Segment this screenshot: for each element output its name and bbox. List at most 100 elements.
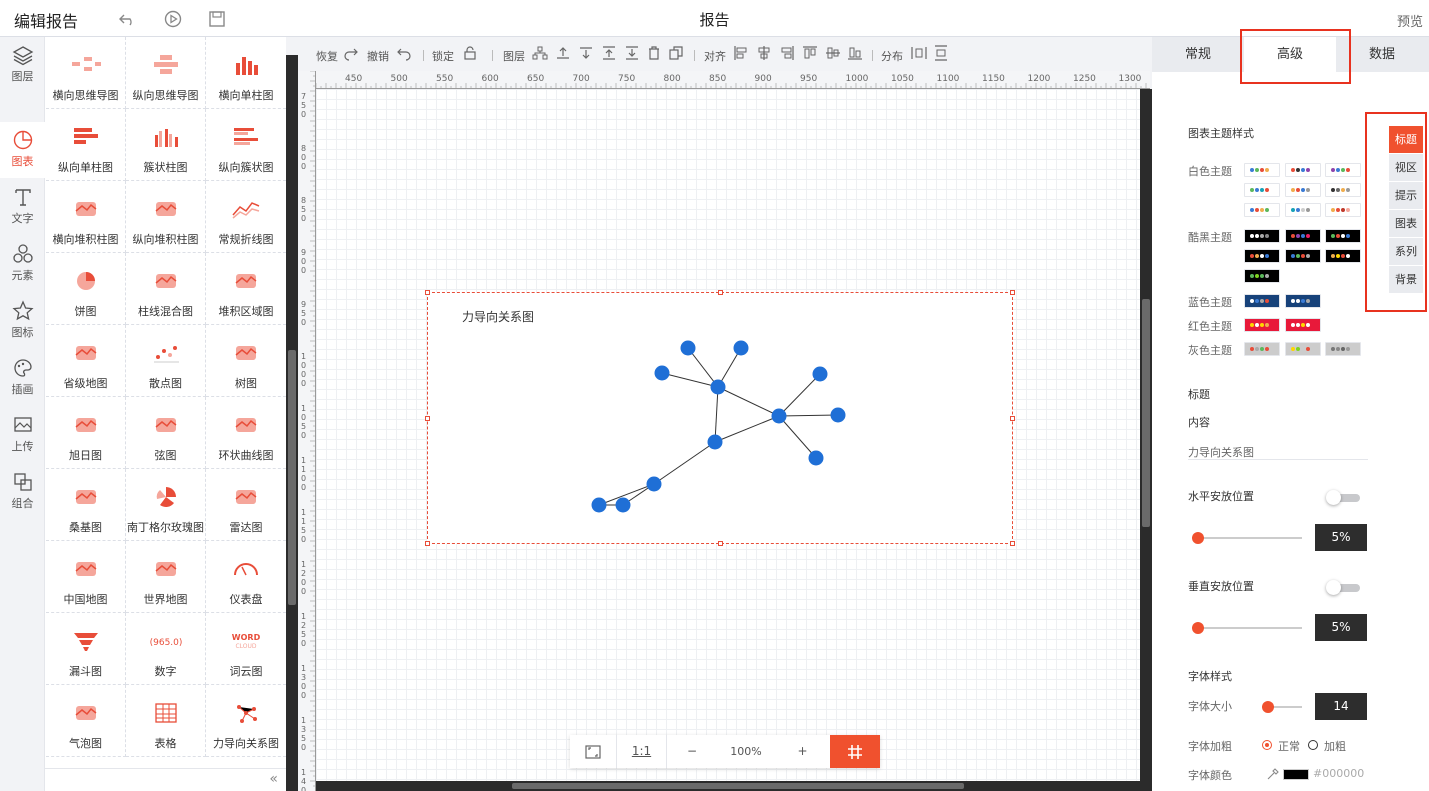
palette-item-nightingale[interactable]: 南丁格尔玫瑰图 xyxy=(126,469,206,541)
align-top-icon[interactable] xyxy=(802,45,818,61)
tab-general[interactable]: 常规 xyxy=(1152,37,1244,72)
palette-item-stack-h[interactable]: 横向堆积柱图 xyxy=(46,181,126,253)
double-chevron-left-icon[interactable]: « xyxy=(269,771,278,787)
palette-item-bubble[interactable]: 气泡图 xyxy=(46,685,126,757)
theme-swatch[interactable] xyxy=(1244,342,1280,356)
palette-item-wordcloud[interactable]: WORD CLOUD 词云图 xyxy=(206,613,286,685)
play-icon[interactable] xyxy=(163,9,183,29)
graph-node[interactable] xyxy=(771,408,787,424)
palette-item-chord[interactable]: 弦图 xyxy=(126,397,206,469)
v-position-value[interactable]: 5% xyxy=(1315,614,1367,641)
canvas-horizontal-scrollbar[interactable] xyxy=(316,781,1140,791)
nav-upload[interactable]: 上传 xyxy=(0,407,45,463)
zoom-in-button[interactable]: + xyxy=(775,735,830,768)
palette-item-funnel[interactable]: 漏斗图 xyxy=(46,613,126,685)
graph-node[interactable] xyxy=(808,450,824,466)
theme-swatch[interactable] xyxy=(1244,203,1280,217)
force-graph[interactable] xyxy=(428,293,1014,545)
palette-item-bar-h[interactable]: 横向单柱图 xyxy=(206,37,286,109)
theme-swatch[interactable] xyxy=(1244,163,1280,177)
font-color-swatch[interactable] xyxy=(1283,769,1309,780)
theme-swatch[interactable] xyxy=(1244,318,1280,332)
theme-swatch[interactable] xyxy=(1285,249,1321,263)
align-left-icon[interactable] xyxy=(733,45,749,61)
graph-node[interactable] xyxy=(733,340,749,356)
palette-item-number[interactable]: (965.0) 数字 xyxy=(126,613,206,685)
v-position-slider[interactable] xyxy=(1192,622,1302,634)
canvas-vertical-scrollbar[interactable] xyxy=(1140,89,1152,791)
theme-swatch[interactable] xyxy=(1244,183,1280,197)
palette-item-mindmap-h[interactable]: 横向思维导图 xyxy=(46,37,126,109)
palette-item-bar-v[interactable]: 纵向单柱图 xyxy=(46,109,126,181)
grid-toggle-button[interactable] xyxy=(830,735,880,768)
align-center-h-icon[interactable] xyxy=(756,45,772,61)
palette-item-radar[interactable]: 雷达图 xyxy=(206,469,286,541)
copy-icon[interactable] xyxy=(668,45,684,61)
theme-swatch[interactable] xyxy=(1244,294,1280,308)
distribute-horizontal-icon[interactable] xyxy=(911,45,927,61)
theme-swatch[interactable] xyxy=(1285,294,1321,308)
palette-item-bar-line[interactable]: 柱线混合图 xyxy=(126,253,206,325)
preview-button[interactable]: 预览 xyxy=(1397,11,1423,30)
resize-handle[interactable] xyxy=(1010,541,1015,546)
nav-text[interactable]: 文字 xyxy=(0,179,45,235)
bring-forward-icon[interactable] xyxy=(555,45,571,61)
palette-item-gauge[interactable]: 仪表盘 xyxy=(206,541,286,613)
theme-swatch[interactable] xyxy=(1285,163,1321,177)
theme-swatch[interactable] xyxy=(1325,183,1361,197)
palette-item-force-graph[interactable]: 力导向关系图 xyxy=(206,685,286,757)
palette-item-province-map[interactable]: 省级地图 xyxy=(46,325,126,397)
palette-item-sunburst[interactable]: 旭日图 xyxy=(46,397,126,469)
nav-group[interactable]: 组合 xyxy=(0,464,45,520)
palette-item-cluster-h[interactable]: 纵向簇状图 xyxy=(206,109,286,181)
v-position-toggle[interactable] xyxy=(1326,580,1360,595)
palette-item-scatter[interactable]: 散点图 xyxy=(126,325,206,397)
theme-swatch[interactable] xyxy=(1325,229,1361,243)
h-position-value[interactable]: 5% xyxy=(1315,524,1367,551)
lock-button[interactable]: 锁定 xyxy=(432,48,454,64)
resize-handle[interactable] xyxy=(718,290,723,295)
align-bottom-icon[interactable] xyxy=(847,45,863,61)
layer-tree-icon[interactable] xyxy=(532,45,548,61)
nav-charts[interactable]: 图表 xyxy=(0,122,45,178)
resize-handle[interactable] xyxy=(425,416,430,421)
palette-item-cluster-bar[interactable]: 簇状柱图 xyxy=(126,109,206,181)
send-backward-icon[interactable] xyxy=(578,45,594,61)
h-position-slider[interactable] xyxy=(1192,532,1302,544)
redo-button[interactable]: 恢复 xyxy=(316,48,338,64)
nav-layers[interactable]: 图层 xyxy=(0,37,45,93)
resize-handle[interactable] xyxy=(1010,290,1015,295)
theme-swatch[interactable] xyxy=(1285,318,1321,332)
eyedropper-icon[interactable] xyxy=(1266,767,1280,781)
scroll-thumb[interactable] xyxy=(1142,299,1150,527)
undo-icon[interactable] xyxy=(118,9,138,29)
actual-size-button[interactable]: 1:1 xyxy=(617,735,667,768)
font-size-value[interactable]: 14 xyxy=(1315,693,1367,720)
palette-item-table[interactable]: 表格 xyxy=(126,685,206,757)
theme-swatch[interactable] xyxy=(1325,163,1361,177)
theme-swatch[interactable] xyxy=(1285,342,1321,356)
h-position-toggle[interactable] xyxy=(1326,490,1360,505)
align-middle-v-icon[interactable] xyxy=(825,45,841,61)
align-right-icon[interactable] xyxy=(779,45,795,61)
resize-handle[interactable] xyxy=(718,541,723,546)
theme-swatch[interactable] xyxy=(1285,229,1321,243)
theme-swatch[interactable] xyxy=(1285,183,1321,197)
graph-node[interactable] xyxy=(591,497,607,513)
graph-node[interactable] xyxy=(812,366,828,382)
zoom-out-button[interactable]: − xyxy=(667,735,717,768)
collapse-palette[interactable]: « xyxy=(45,768,286,791)
graph-node[interactable] xyxy=(707,434,723,450)
theme-swatch[interactable] xyxy=(1244,249,1280,263)
palette-item-stack-v[interactable]: 纵向堆积柱图 xyxy=(126,181,206,253)
graph-node[interactable] xyxy=(710,379,726,395)
bring-to-front-icon[interactable] xyxy=(601,45,617,61)
nav-elements[interactable]: 元素 xyxy=(0,236,45,292)
palette-item-tree[interactable]: 树图 xyxy=(206,325,286,397)
font-size-slider[interactable] xyxy=(1262,701,1302,713)
save-icon[interactable] xyxy=(207,9,227,29)
scroll-thumb[interactable] xyxy=(288,350,296,605)
undo-button[interactable]: 撤销 xyxy=(367,48,389,64)
graph-node[interactable] xyxy=(830,407,846,423)
graph-node[interactable] xyxy=(654,365,670,381)
